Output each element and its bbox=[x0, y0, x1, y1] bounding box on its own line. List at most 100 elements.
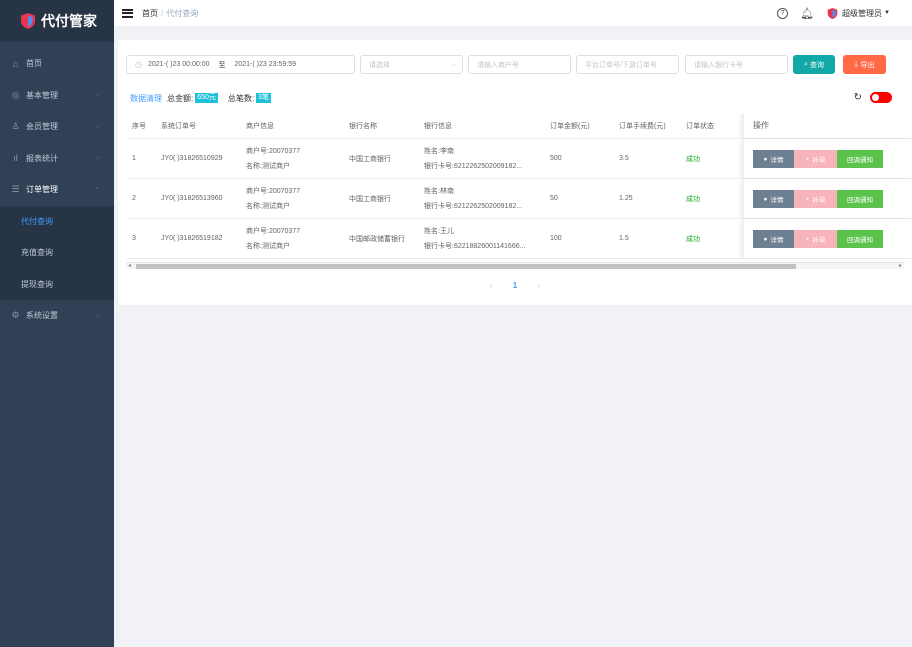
main-card: ◷ 2021-( )23 00:00:00 至 2021-( )23 23:59… bbox=[118, 40, 912, 305]
merchant-name: 名称:测试商户 bbox=[246, 163, 290, 170]
export-button[interactable]: ⤓ 导出 bbox=[843, 55, 886, 74]
supplement-button[interactable]: + 补单 bbox=[794, 150, 837, 168]
column-header: 系统订单号 bbox=[161, 122, 196, 130]
merchant-info: 商户号:20070377 名称:测试商户 bbox=[246, 179, 300, 218]
merchant-name: 名称:测试商户 bbox=[246, 243, 290, 250]
status-select-placeholder: 请选择 bbox=[369, 61, 390, 69]
bank-name: 中国邮政储蓄银行 bbox=[349, 235, 405, 243]
plus-icon: + bbox=[805, 155, 810, 163]
merchant-input[interactable]: 请输入商户号 bbox=[468, 55, 571, 74]
detail-button-label: 详情 bbox=[770, 237, 784, 244]
bank-info: 姓名:李南 银行卡号:6212262502009182... bbox=[424, 139, 542, 178]
bar-chart-icon: ıl bbox=[13, 153, 18, 164]
supplement-button[interactable]: + 补单 bbox=[794, 190, 837, 208]
merchant-number: 商户号:20070377 bbox=[246, 148, 301, 155]
breadcrumb: 首页 / 代付查询 bbox=[142, 8, 198, 19]
order-number-input[interactable]: 平台订单号/下游订单号 bbox=[576, 55, 679, 74]
order-amount: 50 bbox=[550, 195, 558, 202]
prev-page-button[interactable]: ‹ bbox=[490, 281, 493, 290]
orders-table: 序号 系统订单号 商户信息 银行名称 银行信息 订单金额(元) 订单手续费(元)… bbox=[126, 113, 912, 259]
sidebar-item-reports[interactable]: ıl 报表统计 ⌵ bbox=[0, 143, 114, 175]
supplement-button-label: 补单 bbox=[812, 237, 826, 244]
detail-button-label: 详情 bbox=[770, 197, 784, 204]
page-number[interactable]: 1 bbox=[513, 281, 517, 290]
toolbar-right: ↻ bbox=[854, 92, 892, 103]
sidebar-item-label: 会员管理 bbox=[26, 122, 58, 132]
info-icon: ● bbox=[763, 195, 768, 203]
column-header: 订单状态 bbox=[686, 122, 714, 130]
order-amount: 500 bbox=[550, 155, 562, 162]
user-group-icon: ♙ bbox=[11, 121, 20, 132]
query-button[interactable]: ⌕ 查询 bbox=[793, 55, 835, 74]
sidebar-item-members[interactable]: ♙ 会员管理 ⌵ bbox=[0, 111, 114, 143]
detail-button[interactable]: ● 详情 bbox=[753, 150, 794, 168]
user-menu[interactable]: 超级管理员 ▼ bbox=[827, 7, 890, 20]
column-header: 订单手续费(元) bbox=[619, 122, 666, 130]
sidebar-subitem-withdraw-query[interactable]: 提现查询 bbox=[0, 268, 114, 300]
sidebar-item-home[interactable]: ⌂ 首页 bbox=[0, 48, 114, 80]
sidebar-item-system[interactable]: ⚙ 系统设置 ⌵ bbox=[0, 300, 114, 332]
date-range-picker[interactable]: ◷ 2021-( )23 00:00:00 至 2021-( )23 23:59… bbox=[126, 55, 355, 74]
sidebar-item-basic[interactable]: ◎ 基本管理 ⌵ bbox=[0, 80, 114, 112]
bank-name: 中国工商银行 bbox=[349, 195, 391, 203]
bell-icon[interactable]: 🔔︎ bbox=[800, 7, 814, 20]
settings-icon: ◎ bbox=[11, 89, 20, 100]
data-clean-link[interactable]: 数据清理 bbox=[130, 93, 162, 104]
query-button-label: 查询 bbox=[809, 61, 824, 69]
table-row: 2 JY0( )31826513960 商户号:20070377 名称:测试商户 … bbox=[126, 179, 912, 219]
date-separator: 至 bbox=[218, 61, 226, 69]
filter-bar: ◷ 2021-( )23 00:00:00 至 2021-( )23 23:59… bbox=[126, 55, 912, 74]
pagination: ‹ 1 › bbox=[118, 281, 912, 290]
bank-name: 中国工商银行 bbox=[349, 155, 391, 163]
avatar-shield-icon bbox=[827, 7, 838, 19]
clock-icon: ◷ bbox=[135, 60, 142, 69]
scroll-left-icon[interactable]: ◂ bbox=[128, 262, 131, 269]
order-status: 成功 bbox=[686, 235, 700, 243]
column-header: 操作 bbox=[743, 113, 912, 138]
detail-button[interactable]: ● 详情 bbox=[753, 190, 794, 208]
plus-icon: + bbox=[805, 195, 810, 203]
order-number-placeholder: 平台订单号/下游订单号 bbox=[585, 61, 657, 69]
account-holder: 姓名:王儿 bbox=[424, 228, 454, 235]
date-end: 2021-( )23 23:59:59 bbox=[234, 61, 296, 68]
sidebar: 代付管家 ⌂ 首页 ◎ 基本管理 ⌵ ♙ 会员管理 ⌵ ıl 报表统计 ⌵ ☰ 订单管理 ⌃ 代付… bbox=[0, 0, 114, 647]
merchant-info: 商户号:20070377 名称:测试商户 bbox=[246, 219, 300, 258]
sidebar-item-label: 报表统计 bbox=[26, 153, 58, 163]
supplement-button[interactable]: + 补单 bbox=[794, 230, 837, 248]
scrollbar-thumb[interactable] bbox=[136, 264, 796, 269]
help-icon[interactable]: ? bbox=[777, 7, 789, 19]
auto-refresh-toggle[interactable] bbox=[870, 92, 892, 103]
sidebar-subitem-recharge-query[interactable]: 充值查询 bbox=[0, 237, 114, 269]
status-select[interactable]: 请选择 ⌵ bbox=[360, 55, 463, 74]
detail-button[interactable]: ● 详情 bbox=[753, 230, 794, 248]
callback-notify-button[interactable]: 回调通知 bbox=[837, 230, 883, 248]
order-number: JY0( )31826510929 bbox=[161, 155, 223, 162]
bank-card-placeholder: 请输入银行卡号 bbox=[694, 61, 743, 69]
sidebar-subitem-payout-query[interactable]: 代付查询 bbox=[0, 205, 114, 237]
merchant-number: 商户号:20070377 bbox=[246, 228, 301, 235]
refresh-icon[interactable]: ↻ bbox=[854, 92, 862, 103]
sidebar-item-label: 系统设置 bbox=[26, 311, 58, 321]
card-number: 银行卡号:6212262502009182... bbox=[424, 203, 523, 210]
date-start: 2021-( )23 00:00:00 bbox=[147, 61, 210, 68]
account-holder: 姓名:林南 bbox=[424, 188, 454, 195]
chevron-down-icon: ⌵ bbox=[94, 154, 100, 162]
chevron-down-icon: ⌵ bbox=[94, 91, 100, 99]
supplement-button-label: 补单 bbox=[812, 157, 826, 164]
breadcrumb-home[interactable]: 首页 bbox=[142, 9, 158, 18]
next-page-button[interactable]: › bbox=[537, 281, 540, 290]
total-count-label: 总笔数: bbox=[227, 93, 255, 103]
horizontal-scrollbar[interactable]: ◂ ▸ bbox=[126, 262, 904, 269]
bank-card-input[interactable]: 请输入银行卡号 bbox=[685, 55, 788, 74]
order-amount: 100 bbox=[550, 235, 562, 242]
menu-toggle-icon[interactable] bbox=[122, 8, 133, 18]
sidebar-item-orders[interactable]: ☰ 订单管理 ⌃ bbox=[0, 174, 114, 206]
scroll-right-icon[interactable]: ▸ bbox=[899, 262, 902, 269]
order-number: JY0( )31826513960 bbox=[161, 195, 223, 202]
column-header: 订单金额(元) bbox=[550, 122, 590, 130]
table-row: 1 JY0( )31826510929 商户号:20070377 名称:测试商户 … bbox=[126, 139, 912, 179]
row-index: 3 bbox=[132, 235, 136, 242]
header-actions: ? 🔔︎ 超级管理员 ▼ bbox=[777, 0, 890, 26]
callback-notify-button[interactable]: 回调通知 bbox=[837, 150, 883, 168]
callback-notify-button[interactable]: 回调通知 bbox=[837, 190, 883, 208]
